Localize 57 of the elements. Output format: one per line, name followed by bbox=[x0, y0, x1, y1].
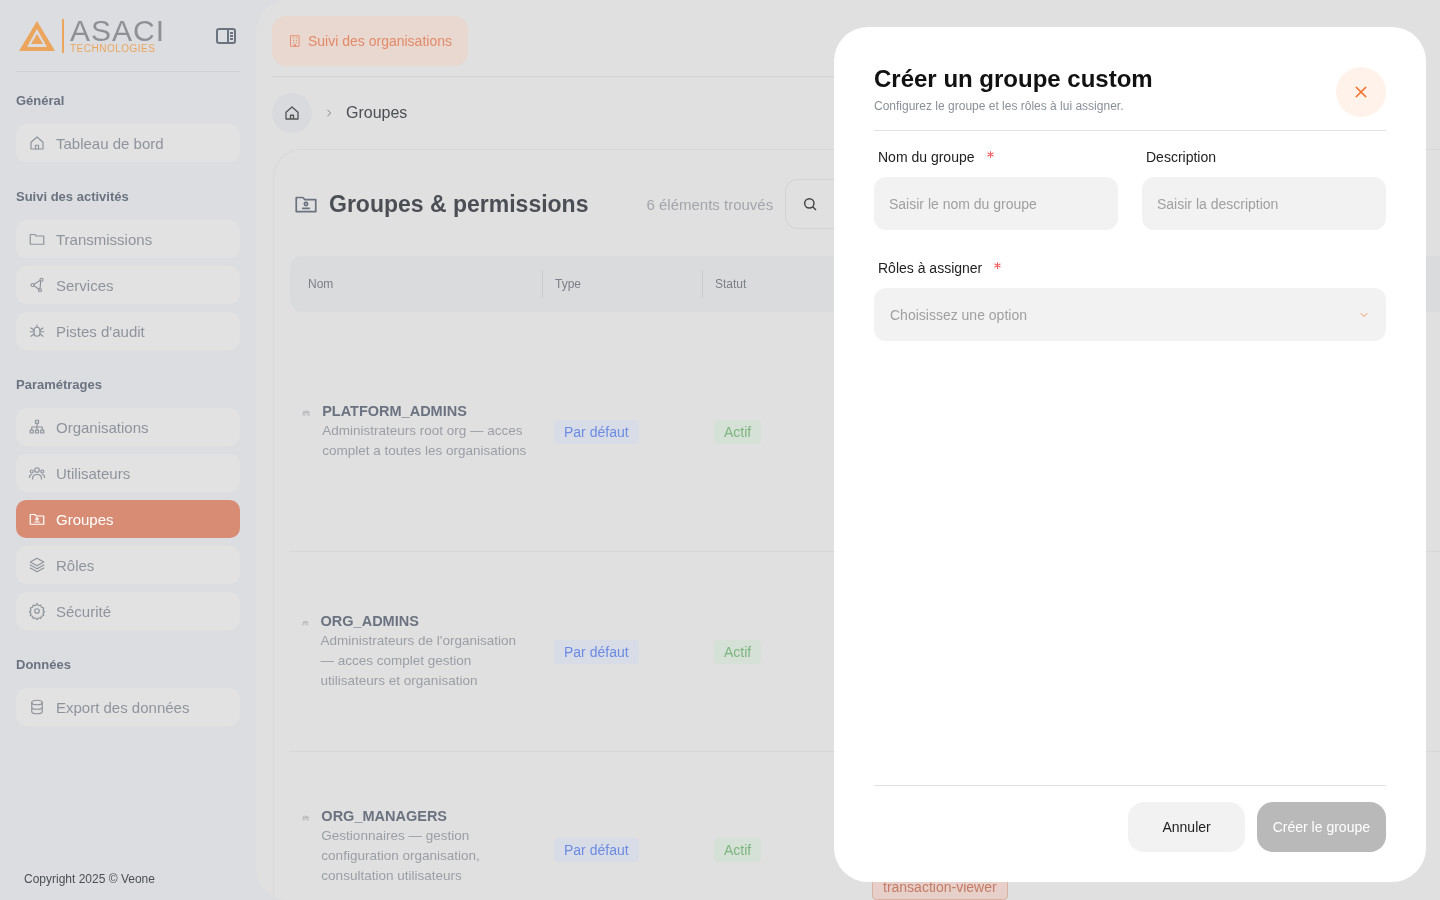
type-tag: Par défaut bbox=[554, 838, 639, 862]
chevron-right-icon bbox=[324, 108, 334, 118]
sidebar-item[interactable]: Export des données bbox=[16, 688, 240, 726]
breadcrumb-item: Groupes bbox=[346, 104, 408, 122]
status-tag: Actif bbox=[714, 838, 762, 862]
section-title: Général bbox=[16, 92, 66, 110]
cancel-button[interactable]: Annuler bbox=[1128, 802, 1245, 852]
group-name: PLATFORM_ADMINS bbox=[322, 402, 468, 419]
close-button[interactable] bbox=[1336, 67, 1386, 117]
gear-icon bbox=[28, 602, 46, 620]
organisations-button[interactable]: Suivi des organisations bbox=[272, 16, 468, 66]
close-icon bbox=[1353, 84, 1369, 100]
group-description: Administrateurs root org — acces complet a toutes les organisations bbox=[322, 421, 528, 460]
section-title: Données bbox=[16, 656, 72, 674]
input-field[interactable]: Saisir la description bbox=[1142, 177, 1386, 230]
search-icon bbox=[802, 196, 819, 212]
group-name: ORG_MANAGERS bbox=[321, 808, 449, 824]
group-name: ORG_ADMINS bbox=[320, 612, 420, 629]
share-icon bbox=[28, 276, 46, 294]
section-title: Suivi des activités bbox=[16, 188, 130, 206]
sidebar-item[interactable]: Utilisateurs bbox=[16, 454, 240, 492]
group-description: Gestionnaires — gestion configuration organisation, consultation utilisateurs bbox=[321, 827, 481, 885]
hierarchy-icon bbox=[28, 418, 46, 436]
dialog-title: Créer un groupe custom bbox=[874, 65, 1153, 93]
field-label: Description bbox=[1146, 149, 1217, 165]
layers-icon bbox=[28, 556, 46, 574]
type-tag: Par défaut bbox=[554, 419, 639, 444]
sidebar-item[interactable]: Transmissions bbox=[16, 220, 240, 258]
sidebar-item[interactable]: Organisations bbox=[16, 408, 240, 446]
sidebar-toggle-button[interactable] bbox=[214, 25, 238, 46]
section-title: Paramétrages bbox=[16, 376, 103, 394]
status-tag: Actif bbox=[714, 639, 762, 664]
database-icon bbox=[28, 698, 46, 716]
bug-icon bbox=[28, 322, 46, 340]
page-title: Groupes & permissions bbox=[329, 190, 589, 218]
column-header: Type bbox=[542, 270, 702, 298]
home-icon bbox=[28, 134, 46, 152]
sidebar-item[interactable]: Rôles bbox=[16, 546, 240, 584]
logo: ASACI TECHNOLOGIES bbox=[18, 17, 166, 54]
sidebar-item[interactable]: Groupes bbox=[16, 500, 240, 538]
home-icon bbox=[283, 104, 301, 122]
status-tag: Actif bbox=[714, 419, 762, 444]
copyright-text: Copyright 2025 © Veone bbox=[23, 872, 156, 888]
group-description: Administrateurs de l'organisation — acces complet gestion utilisateurs et organisation bbox=[320, 631, 517, 690]
home-button[interactable] bbox=[272, 93, 312, 133]
sidebar-item[interactable]: Sécurité bbox=[16, 592, 240, 630]
sidebar-item[interactable]: Pistes d'audit bbox=[16, 312, 240, 350]
building-icon bbox=[288, 34, 302, 48]
column-header: Nom bbox=[307, 276, 335, 293]
input-field[interactable]: Saisir le nom du groupe bbox=[874, 177, 1118, 230]
select-field[interactable]: Choisissez une option bbox=[874, 288, 1386, 341]
dialog-subtitle: Configurez le groupe et les rôles à lui assigner. bbox=[874, 99, 1125, 113]
sidebar-item[interactable]: Services bbox=[16, 266, 240, 304]
field-label: Nom du groupe bbox=[878, 149, 975, 165]
result-count: 6 éléments trouvés bbox=[646, 195, 774, 213]
type-tag: Par défaut bbox=[554, 639, 639, 664]
sidebar-item[interactable]: Tableau de bord bbox=[16, 124, 240, 162]
